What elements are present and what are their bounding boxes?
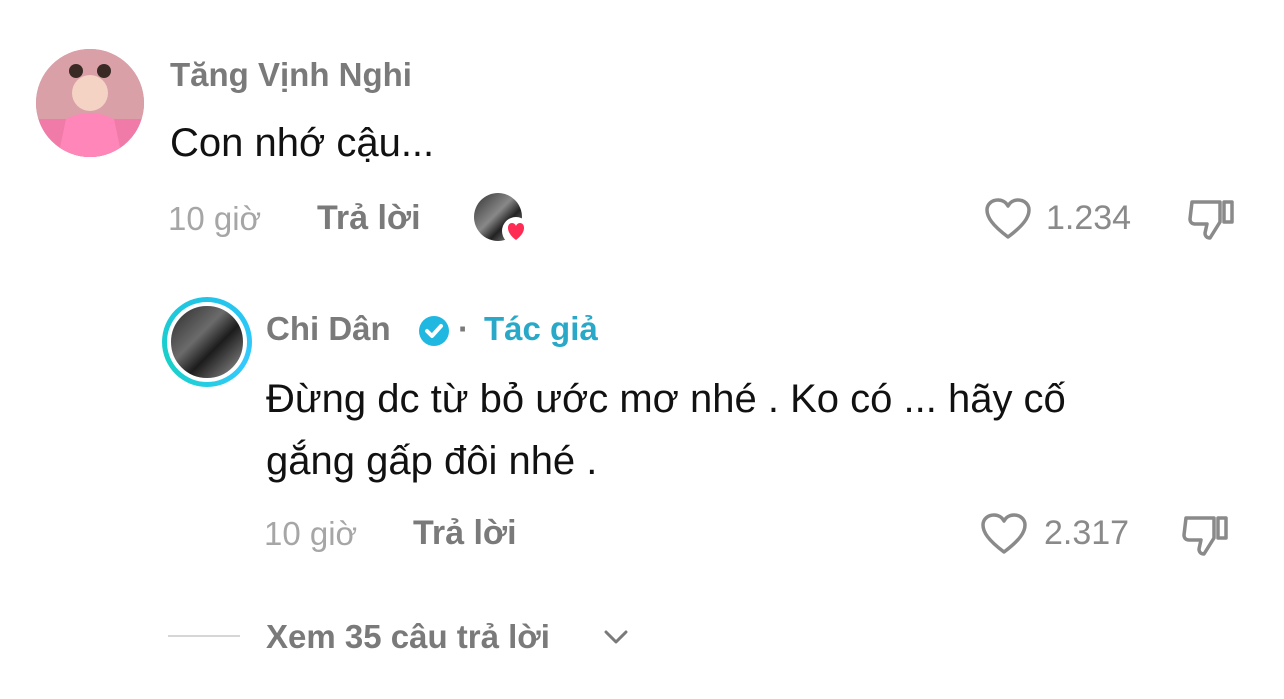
commenter-avatar-image — [36, 49, 144, 157]
verified-badge-icon — [419, 316, 449, 346]
comment-like-count: 1.234 — [1046, 199, 1132, 237]
heart-outline-icon[interactable] — [980, 512, 1028, 556]
view-replies-divider — [168, 635, 240, 637]
comment-reply-button[interactable]: Trả lời — [317, 199, 421, 238]
commenter-username[interactable]: Tăng Vịnh Nghi — [170, 56, 412, 94]
chevron-down-icon[interactable] — [603, 628, 629, 646]
label-separator: · — [458, 310, 469, 347]
comment-text: Con nhớ cậu... — [170, 121, 435, 165]
heart-outline-icon[interactable] — [984, 197, 1032, 241]
reply-username[interactable]: Chi Dân — [266, 310, 391, 348]
reply-timestamp: 10 giờ — [264, 515, 358, 552]
author-avatar[interactable] — [167, 302, 247, 382]
view-replies-button[interactable]: Xem 35 câu trả lời — [266, 618, 550, 656]
heart-badge-icon — [502, 217, 530, 245]
reply-text-line-2: gắng gấp đôi nhé . — [266, 439, 598, 483]
reply-reply-button[interactable]: Trả lời — [413, 514, 517, 553]
reply-like-count: 2.317 — [1044, 514, 1130, 552]
reply-text-line-1: Đừng dc từ bỏ ước mơ nhé . Ko có ... hãy… — [266, 377, 1066, 421]
commenter-avatar[interactable] — [36, 49, 144, 157]
author-avatar-ring[interactable] — [162, 297, 252, 387]
dislike-icon[interactable] — [1180, 512, 1232, 560]
comment-timestamp: 10 giờ — [168, 200, 262, 237]
dislike-icon[interactable] — [1186, 196, 1238, 244]
author-label: Tác giả — [484, 310, 598, 347]
